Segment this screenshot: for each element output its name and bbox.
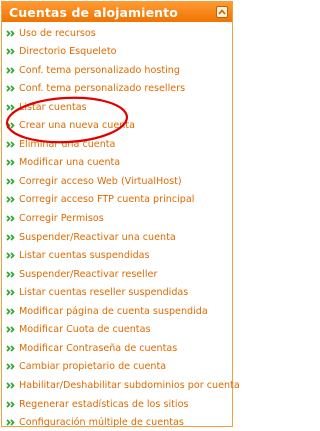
menu-item[interactable]: Listar cuentas xyxy=(2,99,87,115)
menu-item[interactable]: Corregir Permisos xyxy=(2,211,104,227)
menu-item[interactable]: Corregir acceso FTP cuenta principal xyxy=(2,192,194,208)
double-chevron-right-icon xyxy=(6,271,17,278)
double-chevron-right-icon xyxy=(6,382,17,389)
menu-item[interactable]: Cambiar propietario de cuenta xyxy=(2,359,166,375)
menu-item-link[interactable]: Cambiar propietario de cuenta xyxy=(19,361,166,372)
double-chevron-right-icon xyxy=(6,419,17,426)
panel-title: Cuentas de alojamiento xyxy=(9,4,178,20)
hosting-accounts-panel: Cuentas de alojamiento Uso de recursos Di… xyxy=(1,1,240,428)
menu-item-link[interactable]: Corregir acceso Web (VirtualHost) xyxy=(19,176,182,187)
menu-item-link[interactable]: Configuración múltiple de cuentas xyxy=(19,417,184,428)
menu-item-link[interactable]: Listar cuentas xyxy=(19,102,87,113)
menu-item[interactable]: Habilitar/Deshabilitar subdominios por c… xyxy=(2,377,240,393)
menu-item[interactable]: Modificar Cuota de cuentas xyxy=(2,322,150,338)
menu-item[interactable]: Configuración múltiple de cuentas xyxy=(2,415,184,431)
menu-item-link[interactable]: Modificar una cuenta xyxy=(19,157,120,168)
double-chevron-right-icon xyxy=(6,326,17,333)
menu-item[interactable]: Corregir acceso Web (VirtualHost) xyxy=(2,173,182,189)
menu-item-link[interactable]: Conf. tema personalizado resellers xyxy=(19,83,185,94)
menu-item[interactable]: Suspender/Reactivar reseller xyxy=(2,266,157,282)
double-chevron-right-icon xyxy=(6,48,17,55)
double-chevron-right-icon xyxy=(6,159,17,166)
double-chevron-right-icon xyxy=(6,196,17,204)
menu-item-link[interactable]: Corregir Permisos xyxy=(19,213,104,224)
menu-item[interactable]: Eliminar una cuenta xyxy=(2,136,115,152)
menu-item-link[interactable]: Modificar página de cuenta suspendida xyxy=(19,306,208,317)
double-chevron-right-icon xyxy=(6,104,17,111)
menu-item[interactable]: Conf. tema personalizado hosting xyxy=(2,62,180,78)
menu-item-link[interactable]: Suspender/Reactivar una cuenta xyxy=(19,232,176,243)
menu-item-link[interactable]: Crear una nueva cuenta xyxy=(19,120,135,131)
menu-item-link[interactable]: Corregir acceso FTP cuenta principal xyxy=(19,194,194,205)
double-chevron-right-icon xyxy=(6,345,17,352)
double-chevron-right-icon xyxy=(6,85,17,92)
menu-item-link[interactable]: Listar cuentas reseller suspendidas xyxy=(19,287,188,298)
menu-item[interactable]: Listar cuentas suspendidas xyxy=(2,248,150,264)
panel-header: Cuentas de alojamiento xyxy=(2,2,232,22)
double-chevron-right-icon xyxy=(6,363,17,370)
double-chevron-right-icon xyxy=(6,308,17,315)
chevron-up-icon[interactable] xyxy=(216,6,228,18)
menu-item-link[interactable]: Uso de recursos xyxy=(19,28,96,39)
menu-item-link[interactable]: Modificar Cuota de cuentas xyxy=(19,324,150,335)
menu-item-link[interactable]: Listar cuentas suspendidas xyxy=(19,250,150,261)
menu-item[interactable]: Directorio Esqueleto xyxy=(2,44,116,60)
menu-item-link[interactable]: Suspender/Reactivar reseller xyxy=(19,269,157,280)
menu-item-link[interactable]: Modificar Contraseña de cuentas xyxy=(19,343,177,354)
menu-item-link[interactable]: Regenerar estadísticas de los sitios xyxy=(19,399,188,410)
menu-item[interactable]: Conf. tema personalizado resellers xyxy=(2,81,185,97)
menu-item[interactable]: Listar cuentas reseller suspendidas xyxy=(2,285,188,301)
menu-item[interactable]: Modificar página de cuenta suspendida xyxy=(2,303,208,319)
double-chevron-right-icon xyxy=(6,141,17,148)
double-chevron-right-icon xyxy=(6,289,17,296)
menu-item-link[interactable]: Eliminar una cuenta xyxy=(19,139,115,150)
menu-item[interactable]: Uso de recursos xyxy=(2,25,96,41)
double-chevron-right-icon xyxy=(6,215,17,222)
double-chevron-right-icon xyxy=(6,178,17,185)
double-chevron-right-icon xyxy=(6,66,17,74)
menu-item-link[interactable]: Directorio Esqueleto xyxy=(19,46,116,57)
menu-item[interactable]: Modificar Contraseña de cuentas xyxy=(2,340,177,356)
double-chevron-right-icon xyxy=(6,122,17,129)
menu-item[interactable]: Regenerar estadísticas de los sitios xyxy=(2,396,188,412)
double-chevron-right-icon xyxy=(6,233,17,241)
menu-item-link[interactable]: Habilitar/Deshabilitar subdominios por c… xyxy=(19,380,240,391)
menu-item[interactable]: Modificar una cuenta xyxy=(2,155,120,171)
double-chevron-right-icon xyxy=(6,400,17,408)
double-chevron-right-icon xyxy=(6,29,17,37)
menu-item[interactable]: Suspender/Reactivar una cuenta xyxy=(2,229,176,245)
menu-item-link[interactable]: Conf. tema personalizado hosting xyxy=(19,65,180,76)
double-chevron-right-icon xyxy=(6,252,17,259)
menu-item[interactable]: Crear una nueva cuenta xyxy=(2,118,135,134)
